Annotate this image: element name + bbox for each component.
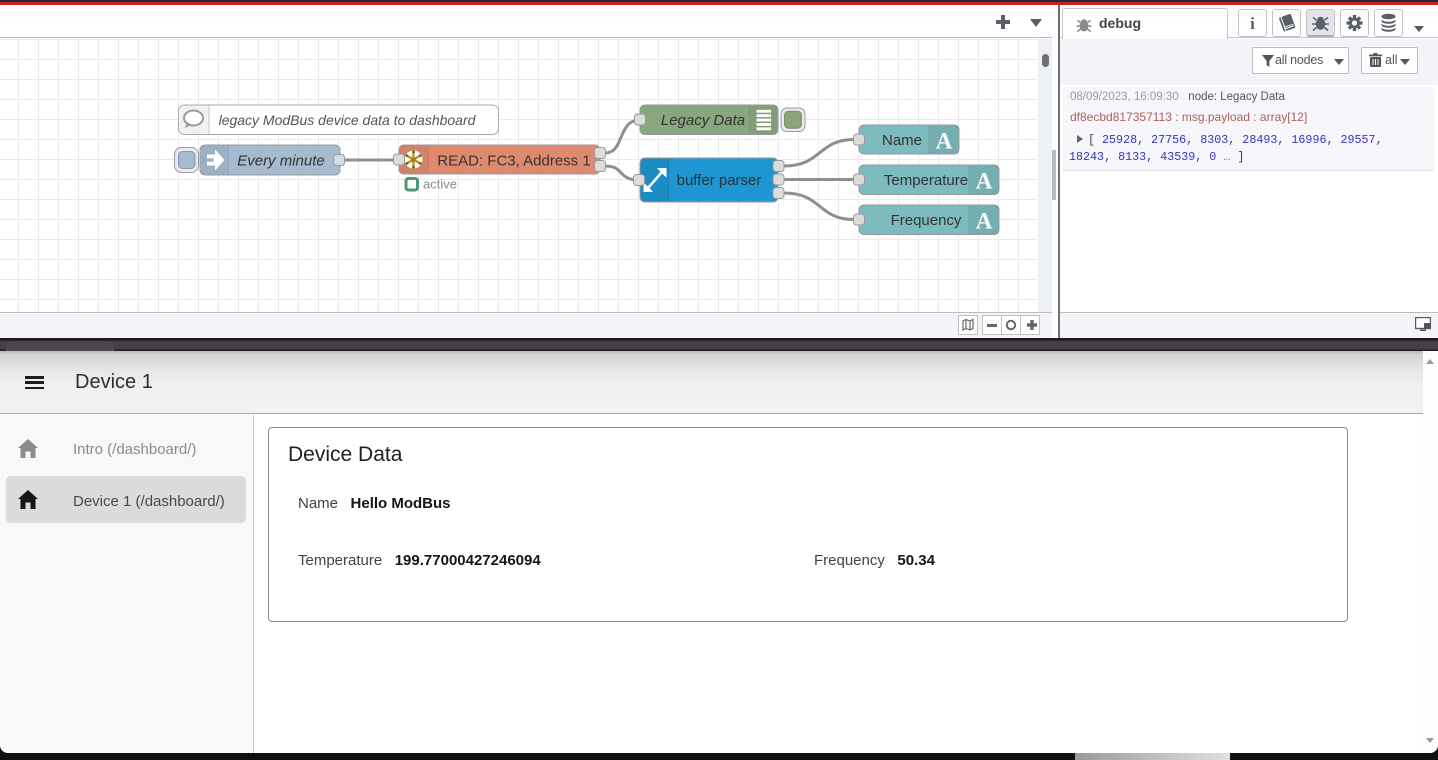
svg-text:i: i xyxy=(1250,14,1255,33)
svg-text:A: A xyxy=(976,169,993,194)
svg-text:Every minute: Every minute xyxy=(237,153,325,170)
svg-text:Name: Name xyxy=(882,132,922,149)
svg-text:active: active xyxy=(423,177,457,192)
svg-text:buffer parser: buffer parser xyxy=(677,172,762,189)
svg-text:legacy ModBus device data to d: legacy ModBus device data to dashboard xyxy=(219,112,477,128)
svg-text:A: A xyxy=(936,129,953,154)
svg-text:Frequency: Frequency xyxy=(891,212,962,229)
svg-text:Temperature: Temperature xyxy=(884,172,968,189)
svg-text:READ: FC3, Address 1: READ: FC3, Address 1 xyxy=(437,153,590,170)
svg-text:A: A xyxy=(976,209,993,234)
svg-text:Legacy Data: Legacy Data xyxy=(661,112,745,129)
